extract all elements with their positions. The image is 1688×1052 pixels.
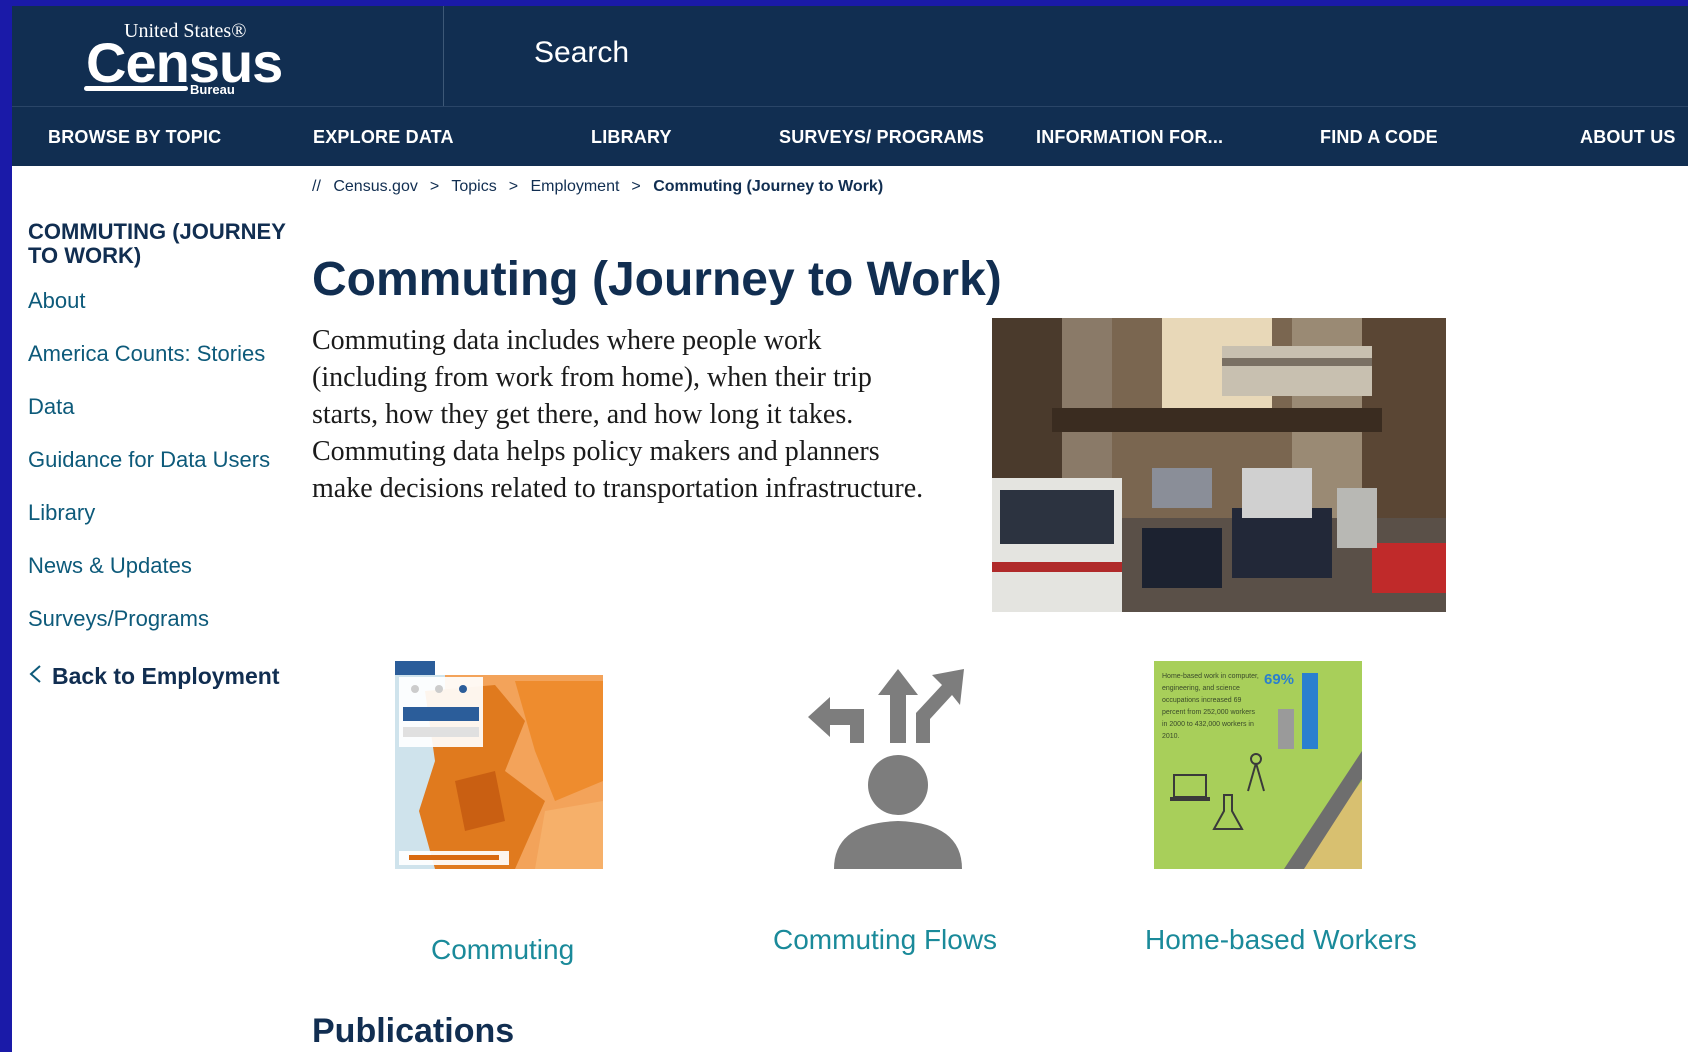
breadcrumb-separator: >: [508, 178, 519, 195]
sidebar-heading: COMMUTING (JOURNEY TO WORK): [28, 219, 286, 268]
page-title: Commuting (Journey to Work): [312, 253, 1002, 306]
sidebar-item-data[interactable]: Data: [28, 394, 74, 420]
breadcrumb-root: //: [312, 178, 321, 195]
logo-underline: [84, 86, 188, 91]
commuting-map-thumbnail[interactable]: [395, 661, 603, 869]
breadcrumb-item-employment[interactable]: Employment: [531, 178, 620, 195]
breadcrumb-item-census[interactable]: Census.gov: [333, 178, 418, 195]
nav-library[interactable]: LIBRARY: [591, 127, 672, 148]
page-frame: United States® Census Bureau Search BROW…: [12, 6, 1688, 1052]
publications-heading: Publications: [312, 1012, 515, 1050]
sidebar-item-news[interactable]: News & Updates: [28, 553, 192, 579]
logo-sub-text: Bureau: [190, 82, 235, 97]
search-input[interactable]: Search: [534, 36, 629, 70]
sidebar-item-guidance[interactable]: Guidance for Data Users: [28, 447, 270, 473]
back-to-employment-link[interactable]: Back to Employment: [28, 663, 280, 690]
breadcrumb-separator: >: [429, 178, 440, 195]
nav-find-a-code[interactable]: FIND A CODE: [1320, 127, 1438, 148]
nav-browse-by-topic[interactable]: BROWSE BY TOPIC: [48, 127, 221, 148]
sidebar-item-america-counts[interactable]: America Counts: Stories: [28, 341, 265, 367]
nav-explore-data[interactable]: EXPLORE DATA: [313, 127, 454, 148]
logo-area: United States® Census Bureau: [12, 6, 444, 106]
back-link-label: Back to Employment: [52, 663, 280, 689]
breadcrumb: // Census.gov > Topics > Employment > Commu…: [312, 178, 891, 196]
chevron-left-icon: [28, 663, 42, 690]
card-home-based-workers-link[interactable]: Home-based Workers: [1145, 924, 1417, 956]
infographic-percent: 69%: [1264, 671, 1295, 688]
intro-paragraph: Commuting data includes where people wor…: [312, 325, 924, 504]
sidebar-item-library[interactable]: Library: [28, 500, 95, 526]
nav-about-us[interactable]: ABOUT US: [1580, 127, 1676, 148]
sidebar-item-surveys[interactable]: Surveys/Programs: [28, 606, 209, 632]
home-based-workers-infographic[interactable]: 69% Home-based work in computer, enginee…: [1154, 661, 1362, 869]
nav-surveys-programs[interactable]: SURVEYS/ PROGRAMS: [779, 127, 984, 148]
card-commuting-flows-link[interactable]: Commuting Flows: [773, 924, 997, 956]
sidebar-item-about[interactable]: About: [28, 288, 86, 314]
breadcrumb-current: Commuting (Journey to Work): [653, 178, 884, 195]
site-header: United States® Census Bureau Search: [12, 6, 1688, 106]
breadcrumb-item-topics[interactable]: Topics: [451, 178, 496, 195]
traffic-photo: [992, 318, 1446, 612]
card-commuting-link[interactable]: Commuting: [431, 934, 574, 966]
main-nav: BROWSE BY TOPIC EXPLORE DATA LIBRARY SUR…: [12, 106, 1688, 166]
census-logo[interactable]: United States® Census Bureau: [82, 20, 283, 98]
infographic-caption: Home-based work in computer, engineering…: [1162, 673, 1259, 740]
breadcrumb-separator: >: [631, 178, 641, 195]
nav-information-for[interactable]: INFORMATION FOR...: [1036, 127, 1223, 148]
person-arrows-icon[interactable]: [794, 661, 1002, 869]
